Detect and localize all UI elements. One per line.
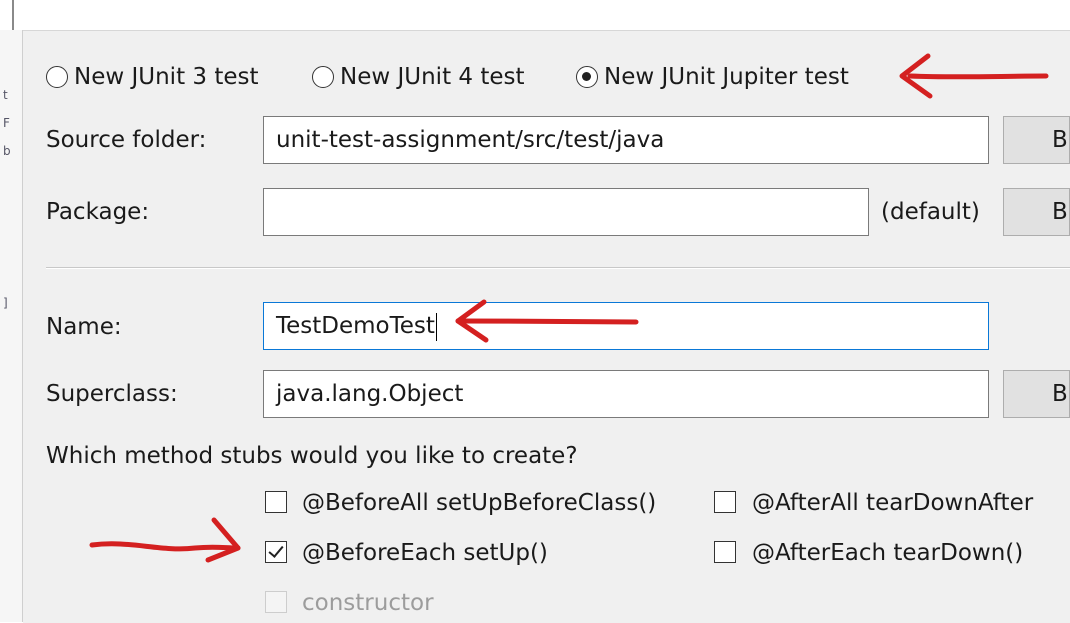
red-arrow-icon <box>899 53 1049 99</box>
annotation-overlay <box>89 53 1049 563</box>
red-arrow-icon <box>89 517 241 563</box>
red-arrow-icon <box>455 299 639 343</box>
